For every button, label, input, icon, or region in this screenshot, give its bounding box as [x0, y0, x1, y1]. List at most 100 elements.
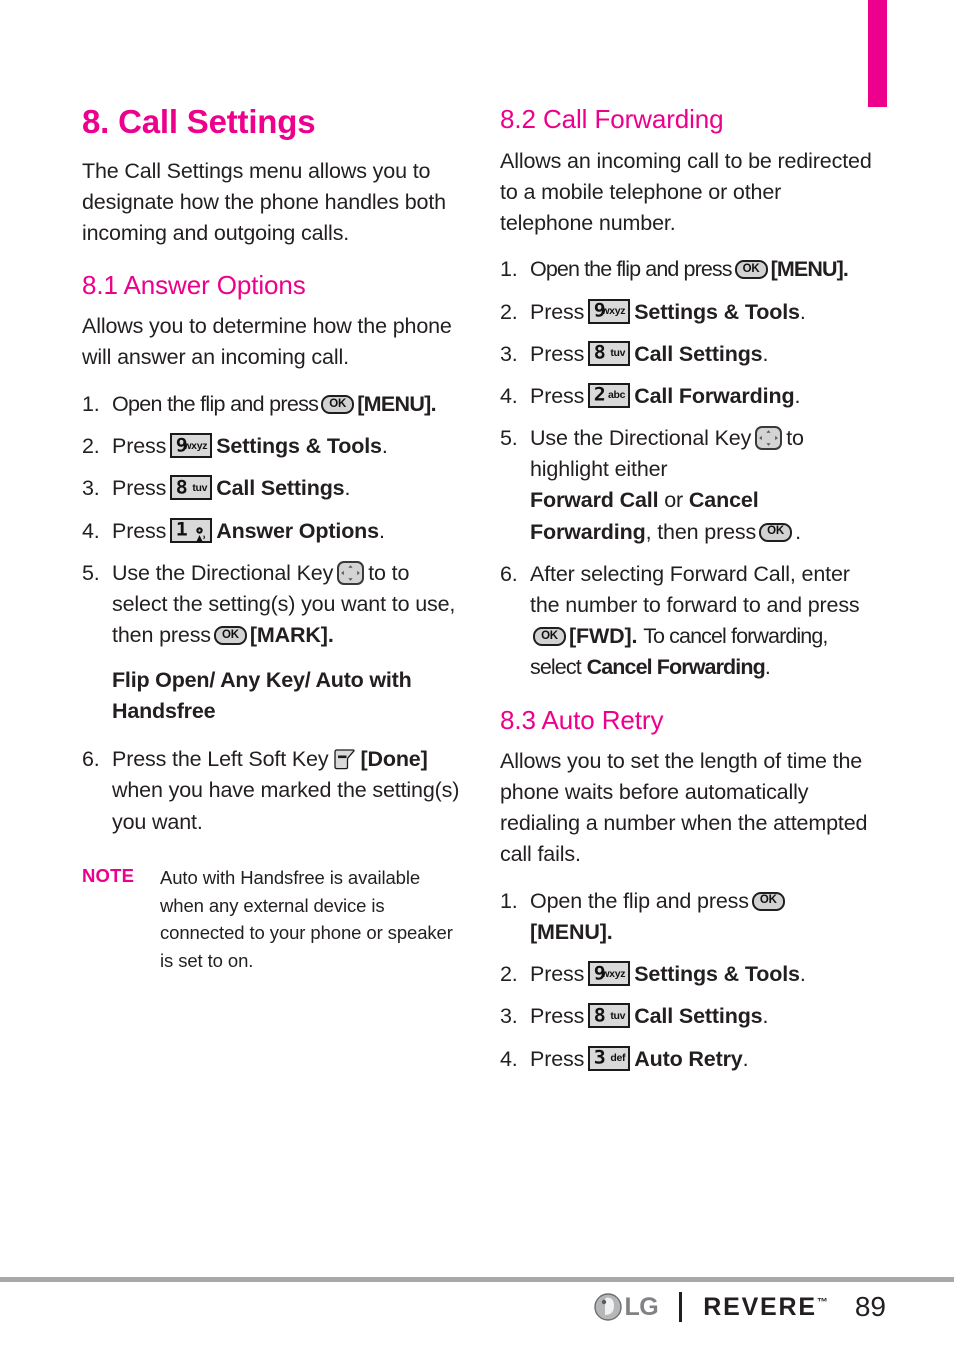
step-text: Press: [530, 341, 585, 366]
voicemail-glyph-icon: [193, 522, 206, 543]
footer-divider: [0, 1277, 954, 1282]
step-text: Press: [530, 1004, 585, 1029]
step-text: .: [742, 1046, 749, 1071]
step-text-bold: [MENU].: [357, 392, 436, 416]
call-forwarding-intro: Allows an incoming call to be redirected…: [500, 148, 872, 235]
step-item: 4. Press 1 Answer Options.: [82, 516, 462, 547]
keypad-9-icon: 9 wxyz: [588, 961, 631, 987]
ok-key-icon: OK: [759, 522, 793, 542]
left-soft-key-icon: [331, 746, 357, 772]
note-text: Auto with Handsfree is available when an…: [160, 866, 453, 971]
step-number: 3.: [500, 1004, 518, 1029]
section-heading-answer-options: 8.1 Answer Options: [82, 269, 306, 300]
step-item: 3. Press 8 tuv Call Settings.: [500, 1001, 880, 1032]
step-number: 2.: [82, 434, 100, 459]
step-text-bold: Forward Call: [530, 488, 659, 513]
step-text: , then press: [645, 519, 757, 544]
chapter-title: 8. Call Settings: [82, 103, 316, 140]
model-name: REVERE™: [703, 1292, 828, 1321]
section-heading-auto-retry: 8.3 Auto Retry: [500, 704, 664, 735]
model-text: REVERE: [703, 1292, 817, 1321]
step-number: 5.: [500, 426, 518, 451]
step-text-bold: [Done]: [360, 747, 428, 772]
auto-retry-steps: 1. Open the flip and press OK [MENU]. 2. Pre…: [500, 886, 880, 1075]
keypad-8-icon: 8 tuv: [588, 1003, 631, 1029]
step-number: 1.: [82, 392, 100, 416]
step-text: or: [664, 488, 684, 513]
step-number: 1.: [500, 257, 518, 282]
step-text-bold: Call Settings: [216, 476, 345, 501]
step-text-bold: [MENU].: [530, 920, 613, 945]
footer-divider-bar: [679, 1292, 683, 1322]
answer-options-values: Flip Open/ Any Key/ Auto with Handsfree: [112, 668, 412, 723]
step-item: 5. Use the Directional Key to to select th…: [82, 558, 462, 652]
step-text: .: [794, 383, 801, 408]
step-text: .: [381, 434, 388, 459]
ok-key-icon: OK: [751, 891, 785, 911]
section-heading-call-forwarding: 8.2 Call Forwarding: [500, 104, 724, 134]
left-column: 8. Call Settings The Call Settings menu …: [82, 103, 462, 975]
step-text: Use the Directional Key: [530, 426, 752, 451]
step-item: 3. Press 8 tuv Call Settings.: [500, 339, 880, 370]
step-number: 2.: [500, 299, 518, 324]
step-item: 4. Press 3 def Auto Retry.: [500, 1044, 880, 1075]
step-text: .: [799, 962, 806, 987]
page-footer: LG REVERE™ 89: [0, 1292, 954, 1340]
note-block: NOTE Auto with Handsfree is available wh…: [82, 864, 462, 975]
keypad-8-icon: 8 tuv: [170, 475, 213, 501]
step-text: Press: [530, 383, 585, 408]
step-number: 3.: [82, 476, 100, 501]
answer-options-steps-cont: 6. Press the Left Soft Key [Done] when you…: [82, 744, 462, 838]
directional-key-icon: [337, 560, 365, 585]
ok-key-icon: OK: [213, 626, 247, 646]
step-text: After selecting Forward Call, enter the …: [530, 561, 860, 617]
page-number: 89: [854, 1291, 886, 1322]
step-text-bold: Call Settings: [634, 1004, 763, 1029]
step-text: Press the Left Soft Key: [112, 747, 329, 772]
step-text-bold: Answer Options: [216, 518, 379, 543]
step-text-bold: [FWD].: [569, 624, 638, 649]
auto-retry-intro: Allows you to set the length of time the…: [500, 749, 868, 866]
step-number: 6.: [82, 747, 100, 772]
step-number: 5.: [82, 560, 100, 585]
call-forwarding-steps: 1. Open the flip and press OK [MENU]. 2. Pre…: [500, 254, 880, 683]
ok-key-icon: OK: [734, 260, 768, 280]
step-text: .: [378, 518, 385, 543]
step-number: 1.: [500, 888, 518, 913]
directional-key-icon: [755, 426, 783, 451]
step-text: .: [764, 655, 771, 680]
step-text: .: [799, 299, 806, 324]
step-text-bold: [MENU].: [770, 257, 849, 282]
step-item: 5. Use the Directional Key to highlight ei…: [500, 423, 880, 548]
step-text: .: [795, 519, 801, 544]
step-text-bold: Settings & Tools: [216, 434, 382, 459]
step-item: 6. Press the Left Soft Key [Done] when you…: [82, 744, 462, 838]
keypad-2-icon: 2 abc: [588, 382, 631, 408]
step-text: when you have marked the setting(s) you …: [112, 778, 460, 834]
keypad-9-icon: 9 wxyz: [588, 298, 631, 324]
step-text: Press: [112, 434, 167, 459]
step-item: 2. Press 9 wxyz Settings & Tools.: [82, 431, 462, 462]
step-text-bold: Auto Retry: [634, 1046, 743, 1071]
step-number: 2.: [500, 962, 518, 987]
step-text-bold: Call Forwarding: [634, 383, 795, 408]
step-text-bold: Settings & Tools: [634, 299, 800, 324]
step-text: Open the flip and press: [112, 392, 319, 416]
step-text: Press: [112, 518, 167, 543]
chapter-intro: The Call Settings menu allows you to des…: [82, 158, 446, 245]
step-item: 1. Open the flip and press OK [MENU].: [500, 886, 880, 948]
step-item: 4. Press 2 abc Call Forwarding.: [500, 381, 880, 412]
step-item: 1. Open the flip and press OK [MENU].: [500, 254, 880, 285]
keypad-8-icon: 8 tuv: [588, 340, 631, 366]
step-number: 4.: [500, 383, 518, 408]
keypad-9-icon: 9 wxyz: [170, 433, 213, 459]
ok-key-icon: OK: [321, 395, 355, 414]
step-item: 3. Press 8 tuv Call Settings.: [82, 473, 462, 504]
keypad-3-icon: 3 def: [588, 1045, 631, 1071]
step-text: .: [344, 476, 351, 501]
keypad-1-icon: 1: [170, 517, 213, 543]
step-text: Press: [530, 1046, 585, 1071]
step-item: 2. Press 9 wxyz Settings & Tools.: [500, 297, 880, 328]
step-item: 1. Open the flip and press OK [MENU].: [82, 389, 462, 420]
step-item: 6. After selecting Forward Call, enter th…: [500, 559, 880, 684]
